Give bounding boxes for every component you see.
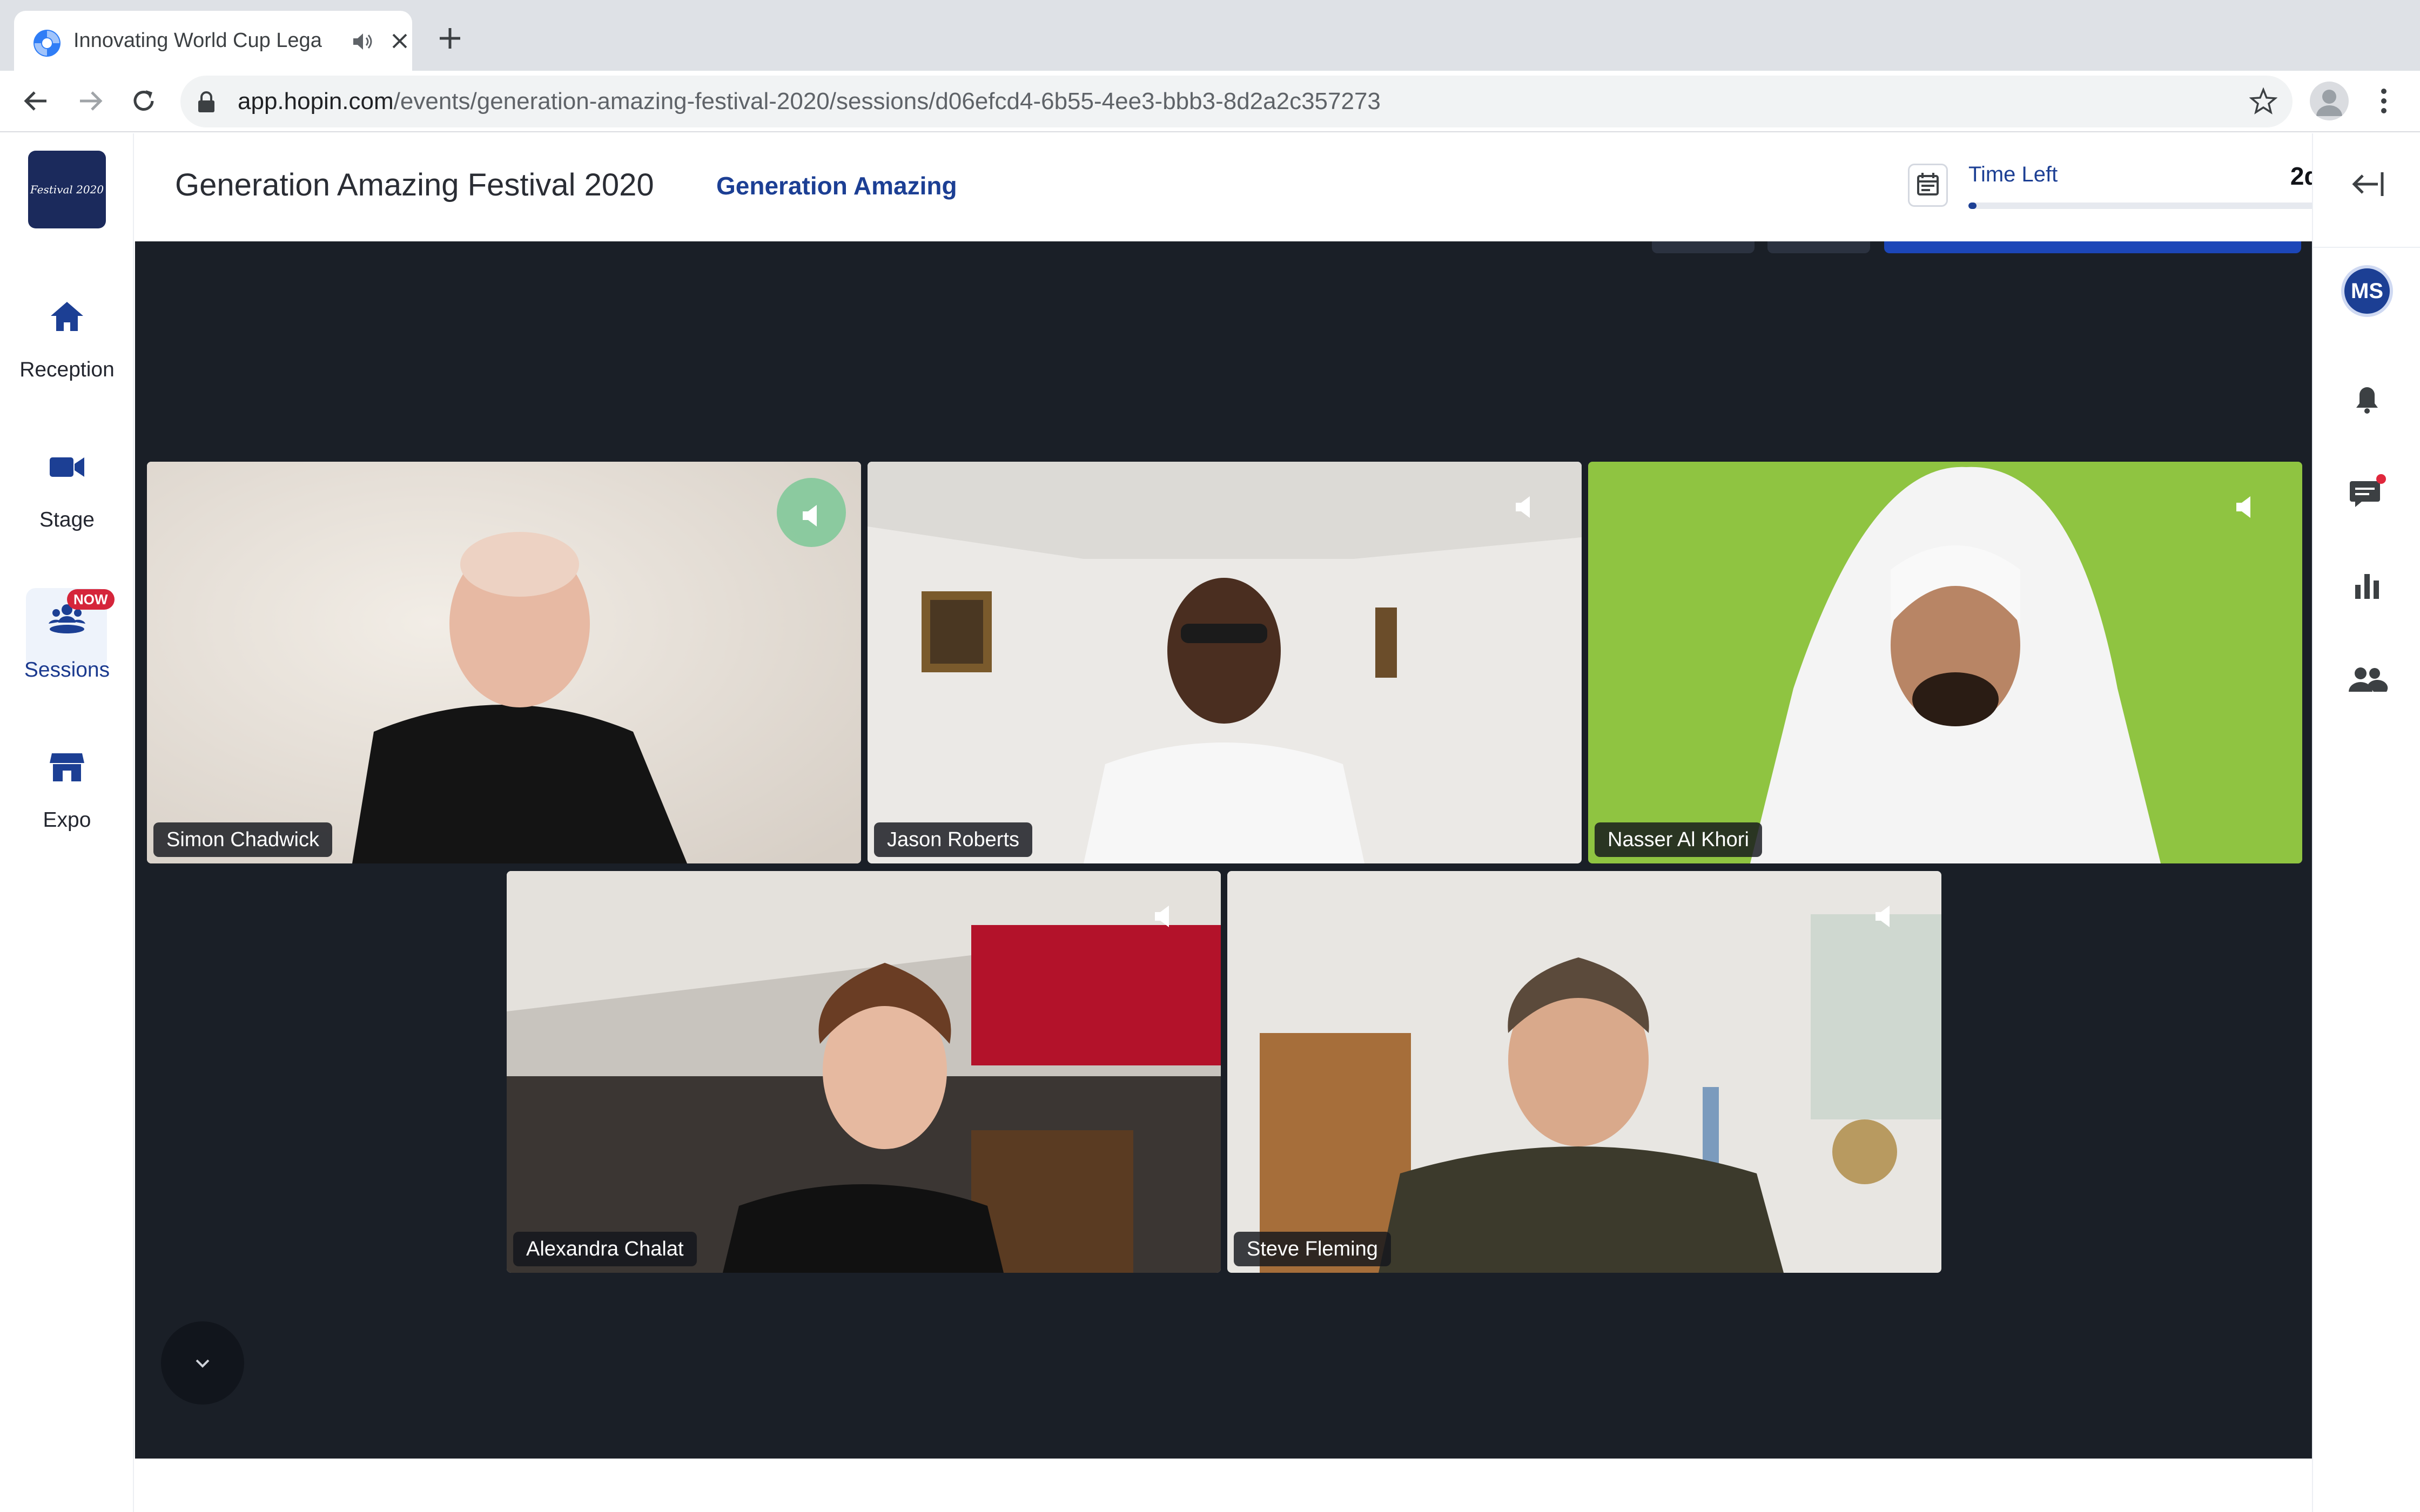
session-stage: Simon Chadwick Jason Roberts Nasser Al K… — [135, 241, 2312, 1459]
now-badge: NOW — [67, 589, 115, 610]
speaker-icon — [1516, 496, 1530, 518]
calendar-button[interactable] — [1908, 164, 1948, 207]
video-camera-icon — [50, 457, 84, 477]
address-bar[interactable]: app.hopin.com/events/generation-amazing-… — [180, 76, 2293, 127]
participant-tile-alexandra-chalat[interactable]: Alexandra Chalat — [507, 871, 1221, 1273]
forward-arrow-icon[interactable] — [76, 86, 106, 116]
speaker-icon — [2236, 496, 2250, 518]
stage-control-button[interactable] — [1767, 241, 1870, 253]
star-icon[interactable] — [2249, 87, 2277, 116]
participant-video — [868, 462, 1582, 863]
participant-name: Jason Roberts — [874, 822, 1033, 857]
participant-video — [1227, 871, 1941, 1273]
participant-name: Alexandra Chalat — [513, 1232, 697, 1266]
stage-footer — [135, 1459, 2312, 1512]
collapse-stage-button[interactable] — [161, 1321, 244, 1405]
speaker-icon — [1876, 906, 1890, 927]
event-logo[interactable]: Festival 2020 — [28, 151, 106, 228]
user-avatar[interactable]: MS — [2341, 265, 2393, 317]
time-progress-fill — [1968, 202, 1977, 209]
sidebar-item-label: Sessions — [24, 658, 110, 681]
browser-toolbar: app.hopin.com/events/generation-amazing-… — [0, 71, 2420, 132]
back-arrow-icon[interactable] — [21, 86, 51, 116]
home-icon — [51, 302, 83, 331]
sidebar-item-stage[interactable]: Stage — [0, 446, 134, 554]
bell-icon[interactable] — [2343, 376, 2391, 424]
speaker-icon — [803, 505, 817, 526]
speaker-icon[interactable] — [352, 32, 374, 51]
divider — [2313, 247, 2420, 248]
lock-icon — [198, 91, 214, 112]
reload-icon[interactable] — [129, 86, 159, 116]
event-header: Generation Amazing Festival 2020 Generat… — [135, 133, 2415, 241]
booth-icon — [50, 753, 84, 781]
left-sidebar: Festival 2020 Reception Stage NOW Sessio… — [0, 133, 134, 1512]
browser-tabstrip: Innovating World Cup Lega — [0, 0, 2420, 71]
event-logo-text: Festival 2020 — [30, 183, 104, 196]
calendar-icon — [1917, 173, 1939, 195]
stage-control-button[interactable] — [1652, 241, 1754, 253]
sidebar-item-expo[interactable]: Expo — [0, 746, 134, 854]
chevron-down-icon — [196, 1359, 210, 1368]
participant-video — [147, 462, 861, 863]
sidebar-item-label: Expo — [43, 808, 91, 832]
close-icon[interactable] — [389, 30, 411, 52]
organizer-link[interactable]: Generation Amazing — [716, 171, 957, 200]
participant-tile-simon-chadwick[interactable]: Simon Chadwick — [147, 462, 861, 863]
people-icon[interactable] — [2343, 656, 2391, 704]
sidebar-item-reception[interactable]: Reception — [0, 295, 134, 403]
participant-video — [507, 871, 1221, 1273]
hopin-favicon-icon — [33, 30, 60, 57]
participant-tile-steve-fleming[interactable]: Steve Fleming — [1227, 871, 1941, 1273]
kebab-menu-icon[interactable] — [2376, 86, 2392, 116]
sidebar-item-label: Reception — [19, 358, 115, 381]
plus-icon[interactable] — [438, 26, 462, 51]
collapse-left-icon[interactable] — [2343, 160, 2391, 208]
page: Innovating World Cup Lega app.hopin.com/… — [0, 0, 2420, 1512]
speaker-icon — [1155, 906, 1169, 927]
url-host: app.hopin.com — [238, 88, 394, 114]
stage-primary-button[interactable] — [1884, 241, 2301, 253]
sidebar-item-sessions[interactable]: NOW Sessions — [0, 588, 134, 704]
participant-name: Nasser Al Khori — [1595, 822, 1762, 857]
event-title: Generation Amazing Festival 2020 — [175, 167, 654, 202]
url-text: app.hopin.com/events/generation-amazing-… — [238, 87, 1381, 116]
url-path: /events/generation-amazing-festival-2020… — [393, 88, 1381, 114]
time-left-label: Time Left — [1968, 163, 2058, 186]
unread-dot — [2376, 474, 2386, 484]
chat-icon[interactable] — [2343, 470, 2391, 518]
right-sidebar: MS — [2312, 133, 2420, 1512]
tab-title: Innovating World Cup Lega — [73, 29, 322, 52]
profile-silhouette-icon — [2316, 90, 2342, 116]
participant-video — [1588, 462, 2302, 863]
participant-name: Simon Chadwick — [153, 822, 332, 857]
participant-tile-nasser-al-khori[interactable]: Nasser Al Khori — [1588, 462, 2302, 863]
profile-icon[interactable] — [2310, 82, 2349, 120]
participant-tile-jason-roberts[interactable]: Jason Roberts — [868, 462, 1582, 863]
poll-icon[interactable] — [2343, 563, 2391, 611]
sidebar-item-label: Stage — [39, 508, 95, 531]
participant-name: Steve Fleming — [1234, 1232, 1391, 1266]
browser-tab[interactable]: Innovating World Cup Lega — [14, 11, 412, 71]
